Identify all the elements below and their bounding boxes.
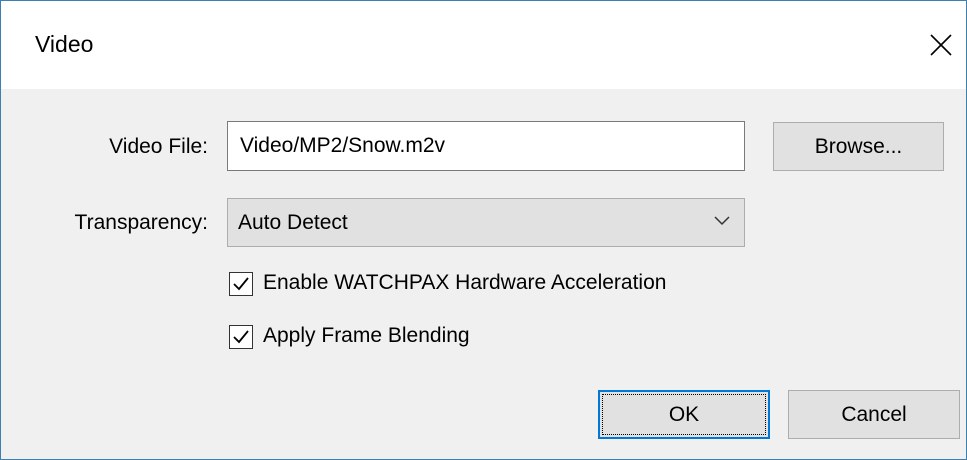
- focus-indicator: [602, 394, 766, 435]
- close-icon: [930, 34, 952, 56]
- hardware-acceleration-label: Enable WATCHPAX Hardware Acceleration: [263, 271, 667, 294]
- checkmark-icon: [233, 277, 249, 291]
- video-dialog: Video Video File: Video/MP2/Snow.m2v Bro…: [0, 0, 967, 460]
- frame-blending-label: Apply Frame Blending: [263, 324, 470, 347]
- checkmark-icon: [233, 330, 249, 344]
- title-bar: Video: [1, 1, 966, 89]
- browse-button[interactable]: Browse...: [773, 122, 944, 171]
- cancel-button[interactable]: Cancel: [788, 390, 960, 439]
- transparency-label: Transparency:: [74, 211, 208, 234]
- ok-button[interactable]: OK: [598, 390, 770, 439]
- hardware-acceleration-checkbox[interactable]: [229, 272, 253, 296]
- transparency-select[interactable]: Auto Detect: [227, 198, 745, 247]
- dialog-title: Video: [35, 31, 94, 57]
- video-file-input[interactable]: Video/MP2/Snow.m2v: [227, 121, 745, 171]
- frame-blending-checkbox[interactable]: [229, 325, 253, 349]
- transparency-selected-value: Auto Detect: [238, 211, 348, 234]
- video-file-label: Video File:: [109, 135, 208, 158]
- close-button[interactable]: [919, 21, 963, 69]
- chevron-down-icon: [714, 216, 730, 226]
